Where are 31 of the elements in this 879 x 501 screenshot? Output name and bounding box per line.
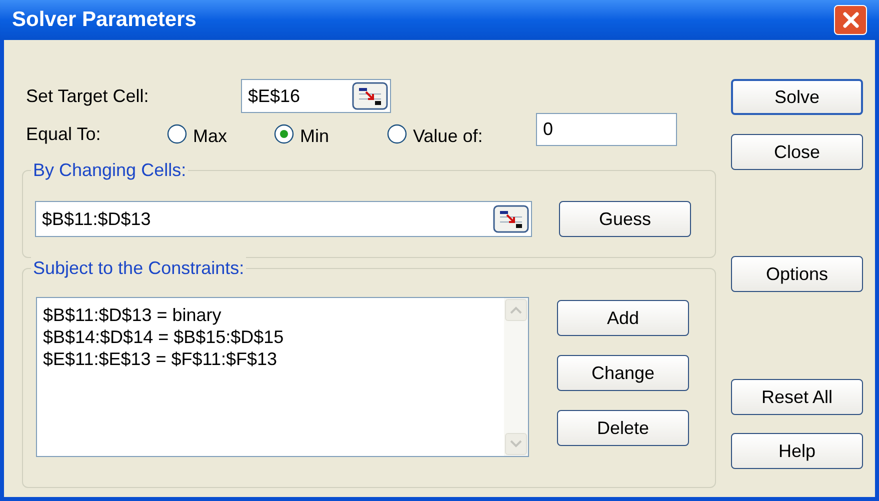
chevron-up-icon xyxy=(510,306,522,314)
range-picker-icon[interactable] xyxy=(352,82,388,110)
constraint-item[interactable]: $B$11:$D$13 = binary xyxy=(43,304,284,326)
target-cell-field[interactable]: $E$16 xyxy=(241,79,391,113)
constraint-button[interactable]: Add xyxy=(557,300,689,336)
target-cell-label: Set Target Cell: xyxy=(26,84,150,108)
dialog-button[interactable]: Solve xyxy=(731,79,863,115)
constraints-list[interactable]: $B$11:$D$13 = binary $B$14:$D$14 = $B$15:$D$15 $E$11:$E$13 = $F$11:$F$13 xyxy=(36,297,529,457)
range-picker-icon[interactable] xyxy=(493,205,529,233)
radio-label[interactable]: Min xyxy=(300,122,330,150)
dialog-button[interactable]: Reset All xyxy=(731,379,863,415)
radio-label[interactable]: Max xyxy=(193,122,228,150)
dialog-button[interactable]: Close xyxy=(731,134,863,170)
radio-label[interactable]: Value of: xyxy=(413,122,483,150)
radio-button[interactable] xyxy=(167,124,187,144)
equal-to-label: Equal To: xyxy=(26,122,102,146)
dialog-button[interactable]: Options xyxy=(731,256,863,292)
constraint-item[interactable]: $E$11:$E$13 = $F$11:$F$13 xyxy=(43,348,284,370)
constraint-button[interactable]: Delete xyxy=(557,410,689,446)
value-of-field[interactable]: 0 xyxy=(536,112,677,146)
dialog-button[interactable]: Help xyxy=(731,433,863,469)
guess-button[interactable]: Guess xyxy=(559,201,691,237)
close-icon xyxy=(842,11,860,29)
constraint-item[interactable]: $B$14:$D$14 = $B$15:$D$15 xyxy=(43,326,284,348)
close-button[interactable] xyxy=(834,5,867,35)
window-title: Solver Parameters xyxy=(12,7,196,34)
radio-button[interactable] xyxy=(274,124,294,144)
changing-cells-field[interactable]: $B$11:$D$13 xyxy=(35,201,532,237)
chevron-down-icon xyxy=(510,440,522,448)
radio-button[interactable] xyxy=(387,124,407,144)
constraint-button[interactable]: Change xyxy=(557,355,689,391)
